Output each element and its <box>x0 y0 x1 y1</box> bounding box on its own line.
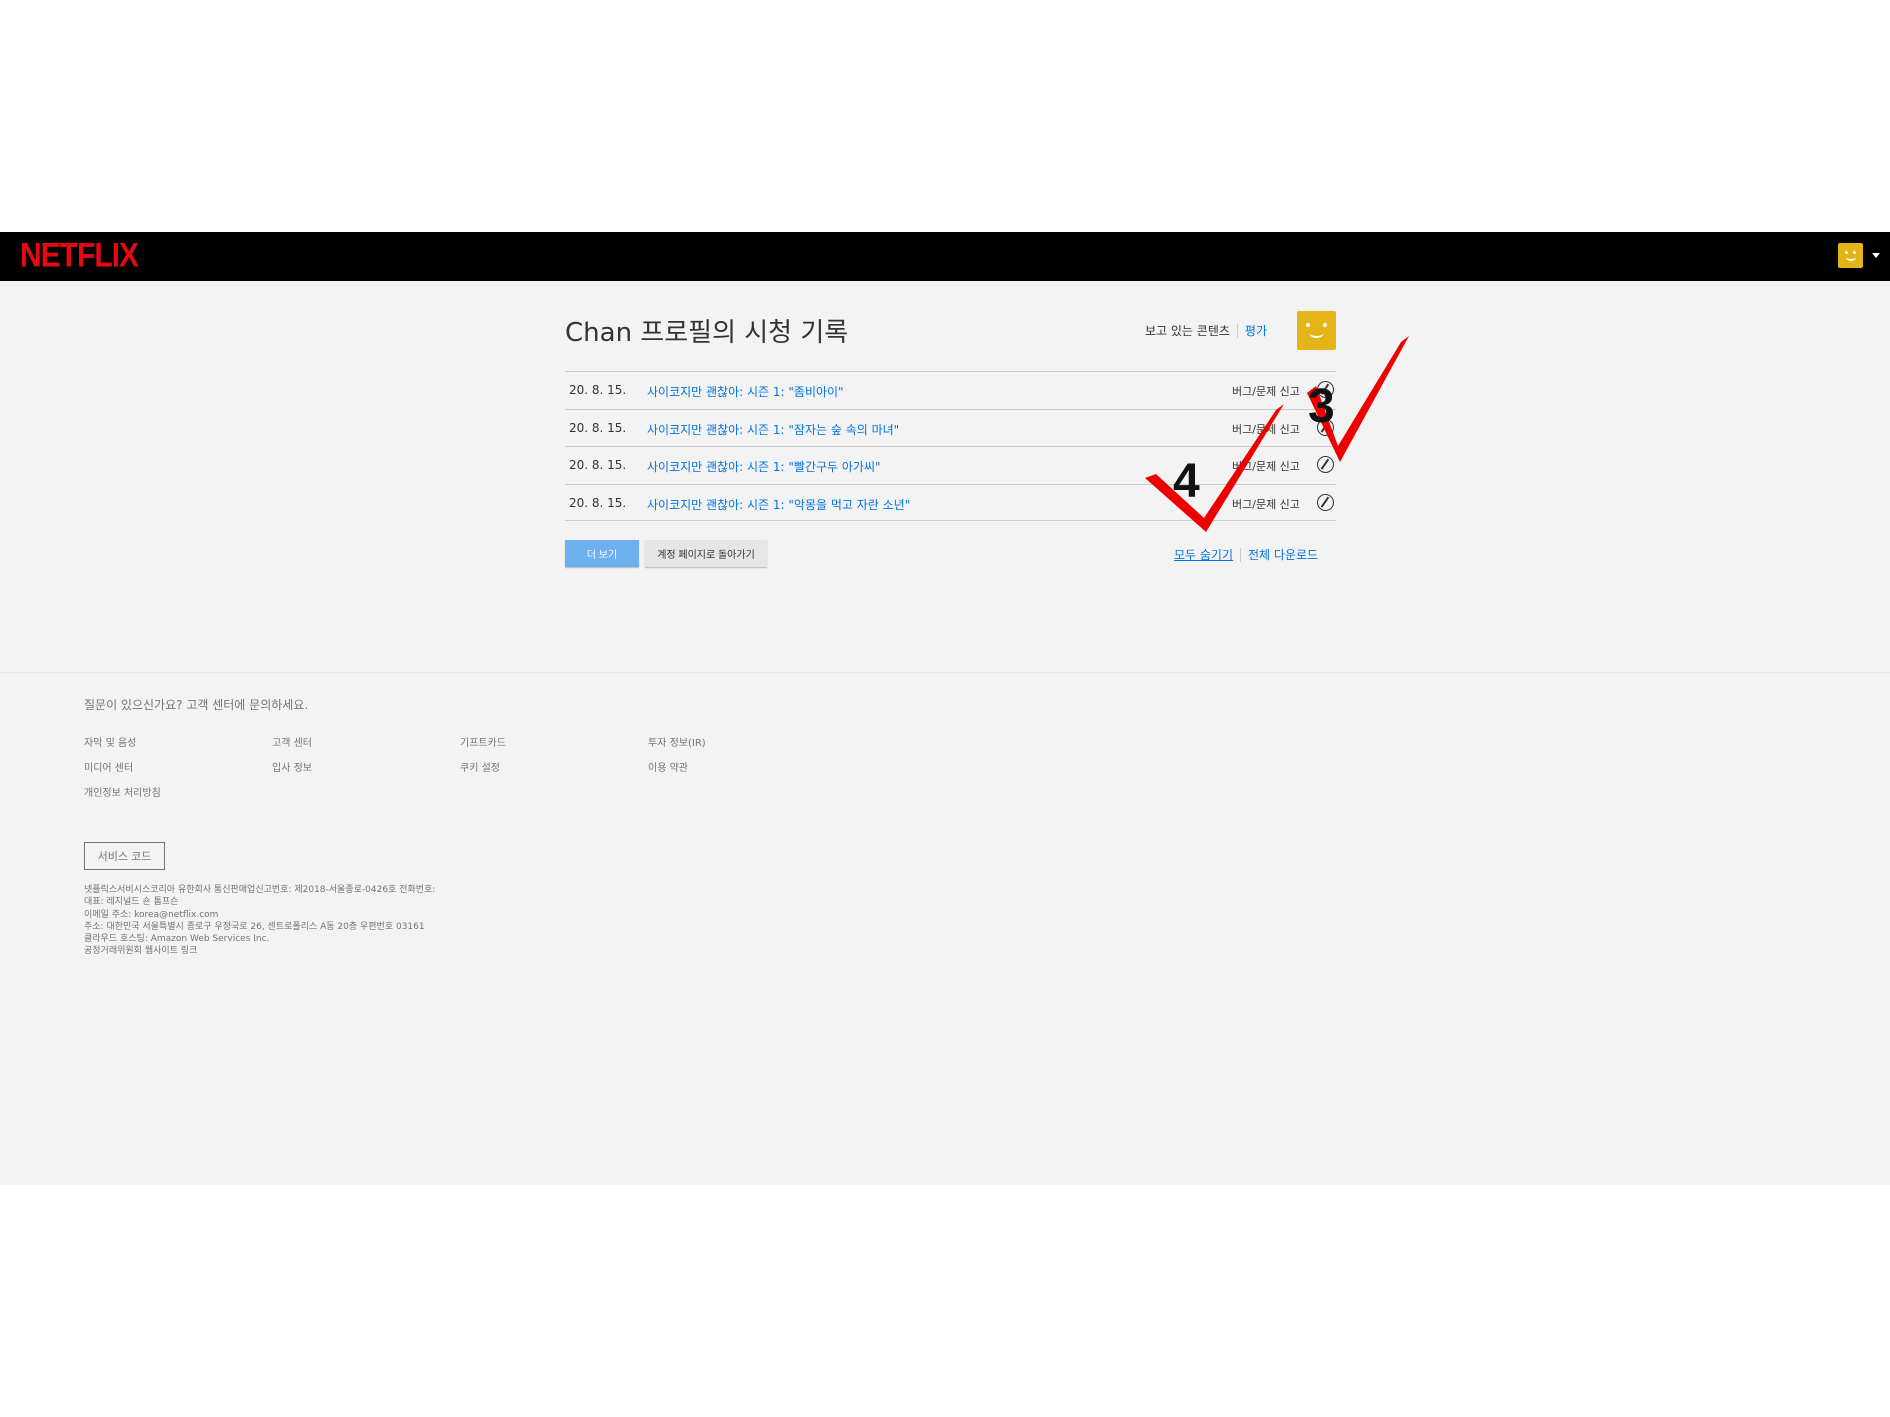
footer-link-investor[interactable]: 투자 정보(IR) <box>648 734 706 749</box>
legal-line: 클라우드 호스팅: Amazon Web Services Inc. <box>84 934 270 945</box>
footer-link-cookies[interactable]: 쿠키 설정 <box>460 759 500 774</box>
legal-line: 넷플릭스서비시스코리아 유한회사 통신판매업신고번호: 제2018-서울종로-0… <box>84 885 436 895</box>
footer-link-privacy[interactable]: 개인정보 처리방침 <box>84 784 161 799</box>
legal-line[interactable]: 이메일 주소: korea@netflix.com <box>84 909 435 921</box>
footer-link-gift-cards[interactable]: 기프트카드 <box>460 734 506 749</box>
step-number-label: 3 <box>1308 380 1335 433</box>
legal-line[interactable]: 공정거래위원회 웹사이트 링크 <box>84 945 435 957</box>
footer-link-subtitles[interactable]: 자막 및 음성 <box>84 734 136 749</box>
footer-link-jobs[interactable]: 입사 정보 <box>272 759 312 774</box>
footer-link-help-center[interactable]: 고객 센터 <box>272 734 312 749</box>
footer-link-media[interactable]: 미디어 센터 <box>84 759 133 774</box>
page-frame: NETFLIX Chan 프로필의 시청 기록 보고 있는 콘텐츠 평가 20.… <box>0 0 1890 1417</box>
legal-line: 주소: 대한민국 서울특별시 종로구 우정국로 26, 센트로폴리스 A동 20… <box>84 921 425 932</box>
legal-line: 대표: 레지널드 숀 톰프슨 <box>84 897 179 908</box>
footer-question: 질문이 있으신가요? 고객 센터에 문의하세요. <box>84 698 309 712</box>
footer-link-terms[interactable]: 이용 약관 <box>648 759 688 774</box>
checkmark-icon <box>1145 404 1284 532</box>
legal-info: 넷플릭스서비시스코리아 유한회사 통신판매업신고번호: 제2018-서울종로-0… <box>84 884 435 958</box>
step-number-label: 4 <box>1173 455 1200 508</box>
service-code-button[interactable]: 서비스 코드 <box>84 842 165 870</box>
